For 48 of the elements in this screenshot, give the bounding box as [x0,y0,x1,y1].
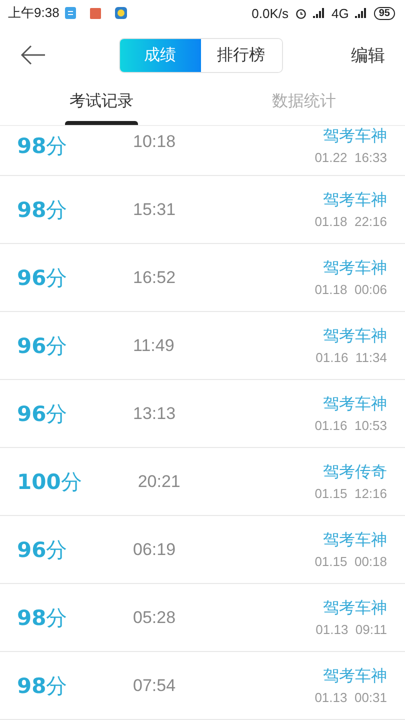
rank-title: 驾考车神 [323,666,387,687]
exam-date: 01.13 00:31 [314,690,387,705]
exam-date: 01.13 09:11 [316,622,387,637]
status-time: 上午9:38 [8,4,60,22]
signal-icon [312,8,326,18]
score: 98分 [17,133,68,160]
exam-date: 01.22 16:33 [314,150,387,165]
exam-date: 01.16 11:34 [316,350,387,365]
score: 96分 [17,536,68,564]
rank-title: 驾考车神 [323,326,387,347]
network-speed: 0.0K/s [252,6,289,20]
rank-title: 驾考车神 [323,258,387,279]
rank-title: 驾考车神 [323,394,387,415]
rank-title: 驾考车神 [323,126,387,147]
rank-title: 驾考车神 [323,598,387,619]
exam-date: 01.18 22:16 [314,214,387,229]
edit-button[interactable]: 编辑 [351,44,385,66]
exam-date: 01.15 12:16 [314,486,387,501]
exam-duration: 06:19 [133,540,176,560]
document-icon [65,7,76,19]
score: 98分 [17,672,68,700]
exam-duration: 07:54 [133,676,176,696]
score: 96分 [17,332,68,360]
rank-title: 驾考车神 [323,530,387,551]
app-icon [90,8,102,18]
battery-indicator: 95 [374,6,395,20]
app-icon [115,7,128,19]
rank-title: 驾考车神 [323,190,387,211]
exam-date: 01.16 10:53 [314,418,387,433]
exam-duration: 13:13 [133,404,176,424]
score: 98分 [17,196,68,224]
alarm-icon [294,7,307,19]
exam-duration: 05:28 [133,608,176,628]
rank-title: 驾考传奇 [323,462,387,483]
score: 98分 [17,604,68,632]
tab[interactable]: 考试记录 [69,91,134,121]
exam-duration: 10:18 [133,132,176,152]
exam-date: 01.18 00:06 [314,282,387,297]
exam-date: 01.15 00:18 [314,554,387,569]
exam-duration: 15:31 [133,200,176,220]
exam-duration: 16:52 [133,268,176,288]
exam-duration: 20:21 [138,472,180,492]
signal-icon [354,8,368,18]
score: 96分 [17,400,68,428]
score: 100分 [17,468,82,496]
exam-duration: 11:49 [133,336,174,356]
score: 96分 [17,264,68,292]
network-type: 4G [332,6,349,20]
